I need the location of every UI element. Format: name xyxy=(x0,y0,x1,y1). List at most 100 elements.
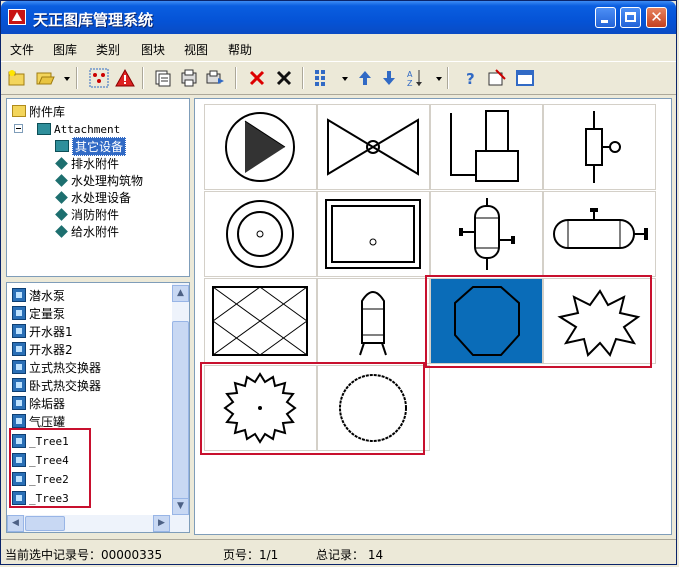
warning-icon[interactable] xyxy=(115,68,135,88)
status-page: 页号：1/1 xyxy=(223,548,279,562)
list-item-label: 开水器2 xyxy=(29,342,73,357)
thumb-capsule-tank[interactable] xyxy=(317,278,430,364)
menu-block[interactable]: 图块 xyxy=(141,41,165,58)
tree-item-label: 水处理构筑物 xyxy=(71,173,144,188)
diamond-icon xyxy=(55,156,68,170)
window-icon[interactable] xyxy=(515,68,535,88)
svg-text:?: ? xyxy=(466,70,475,88)
main-window: 天正图库管理系统 ✕ 文件 图库 类别 图块 视图 帮助 A Z ? 附件库 A… xyxy=(0,0,677,565)
thumb-horizontal-vessel[interactable] xyxy=(543,191,656,277)
tree-item-drainage[interactable]: 排水附件 xyxy=(55,155,119,171)
move-down-icon[interactable] xyxy=(379,68,399,88)
thumb-cross-hatched-tank[interactable] xyxy=(204,278,317,364)
diamond-icon xyxy=(55,207,68,221)
list-item[interactable]: 立式热交换器 xyxy=(12,358,101,376)
list-item-label: 气压罐 xyxy=(29,414,66,429)
block-icon xyxy=(12,342,26,356)
diamond-icon xyxy=(55,173,68,187)
menu-library[interactable]: 图库 xyxy=(53,41,77,58)
block-icon xyxy=(12,288,26,302)
toolbar: AZ ? xyxy=(1,61,676,95)
collapse-toggle-icon[interactable] xyxy=(14,124,23,133)
thumb-tall-tank[interactable] xyxy=(430,104,543,190)
scroll-thumb[interactable] xyxy=(172,321,189,511)
menu-category[interactable]: 类别 xyxy=(96,41,120,58)
dropdown-icon[interactable] xyxy=(57,68,70,88)
thumb-rectangle-basin[interactable] xyxy=(317,191,430,277)
list-item[interactable]: 开水器2 xyxy=(12,340,73,358)
block-icon xyxy=(12,360,26,374)
tree-node-attachment[interactable]: Attachment xyxy=(37,121,120,137)
thumb-side-valve[interactable] xyxy=(543,104,656,190)
thumb-vertical-vessel[interactable] xyxy=(430,191,543,277)
thumb-butterfly-valve[interactable] xyxy=(317,104,430,190)
list-item-label: 立式热交换器 xyxy=(29,360,102,375)
block-list: 潜水泵 定量泵 开水器1 开水器2 立式热交换器 卧式热交换器 除垢器 气压罐 … xyxy=(6,282,190,533)
menu-view[interactable]: 视图 xyxy=(184,41,208,58)
scroll-down-icon[interactable]: ▼ xyxy=(172,498,189,515)
maximize-button[interactable] xyxy=(620,7,641,28)
status-bar: 当前选中记录号：00000335 页号：1/1 总记录： 14 xyxy=(1,539,676,564)
tree-item-other-equipment[interactable]: 其它设备 xyxy=(55,136,127,156)
tree-item-water-supply[interactable]: 给水附件 xyxy=(55,223,119,239)
horizontal-scrollbar[interactable]: ◀ ▶ xyxy=(7,515,189,532)
dropdown-icon[interactable] xyxy=(429,68,442,88)
help-icon[interactable]: ? xyxy=(461,68,481,88)
maximize-icon xyxy=(625,12,636,22)
tree-root[interactable]: 附件库 xyxy=(12,103,65,119)
vertical-scrollbar[interactable]: ▲ ▼ xyxy=(172,283,189,515)
close-icon: ✕ xyxy=(650,8,663,26)
sort-icon[interactable]: AZ xyxy=(405,68,425,88)
title-bar[interactable]: 天正图库管理系统 ✕ xyxy=(1,1,676,34)
dropdown-icon[interactable] xyxy=(335,68,348,88)
select-icon[interactable] xyxy=(89,68,109,88)
block-icon xyxy=(12,324,26,338)
tree-item-label: 水处理设备 xyxy=(71,190,132,205)
list-item-label: 卧式热交换器 xyxy=(29,378,102,393)
open-folder-icon[interactable] xyxy=(35,68,55,88)
scroll-left-icon[interactable]: ◀ xyxy=(7,515,24,532)
copy-icon[interactable] xyxy=(153,68,173,88)
list-item[interactable]: 定量泵 xyxy=(12,304,65,322)
delete-black-icon[interactable] xyxy=(274,68,294,88)
tree-root-label: 附件库 xyxy=(29,104,66,119)
scroll-thumb[interactable] xyxy=(25,516,65,531)
toolbar-separator xyxy=(447,67,449,89)
minimize-button[interactable] xyxy=(595,7,616,28)
minimize-icon xyxy=(601,20,608,23)
list-item-label: 定量泵 xyxy=(29,306,66,321)
list-item[interactable]: 除垢器 xyxy=(12,394,65,412)
thumb-circle-pump[interactable] xyxy=(204,104,317,190)
thumb-concentric-circles[interactable] xyxy=(204,191,317,277)
toolbar-separator xyxy=(302,67,304,89)
new-folder-icon[interactable] xyxy=(7,68,27,88)
category-tree: 附件库 Attachment 其它设备 排水附件 水处理构筑物 水处理设备 消防… xyxy=(6,98,190,277)
grid-view-icon[interactable] xyxy=(313,68,333,88)
tree-item-water-structures[interactable]: 水处理构筑物 xyxy=(55,172,143,188)
scroll-right-icon[interactable]: ▶ xyxy=(153,515,170,532)
menu-help[interactable]: 帮助 xyxy=(228,41,252,58)
move-up-icon[interactable] xyxy=(355,68,375,88)
list-item[interactable]: 卧式热交换器 xyxy=(12,376,101,394)
tree-item-fire-fittings[interactable]: 消防附件 xyxy=(55,206,119,222)
menu-bar: 文件 图库 类别 图块 视图 帮助 xyxy=(1,37,676,59)
tree-item-water-equipment[interactable]: 水处理设备 xyxy=(55,189,131,205)
status-record: 当前选中记录号：00000335 xyxy=(5,548,163,562)
block-icon xyxy=(12,306,26,320)
delete-red-icon[interactable] xyxy=(247,68,267,88)
list-item[interactable]: 潜水泵 xyxy=(12,286,65,304)
import-icon[interactable] xyxy=(205,68,225,88)
status-total: 总记录： 14 xyxy=(316,548,384,562)
export-icon[interactable] xyxy=(179,68,199,88)
tree-item-label: 消防附件 xyxy=(71,207,120,222)
list-item[interactable]: 开水器1 xyxy=(12,322,73,340)
scroll-up-icon[interactable]: ▲ xyxy=(172,285,189,302)
app-logo-icon xyxy=(8,9,26,25)
highlight-box xyxy=(425,275,652,368)
block-icon xyxy=(12,414,26,428)
toolbar-separator xyxy=(142,67,144,89)
settings-icon[interactable] xyxy=(487,68,507,88)
menu-file[interactable]: 文件 xyxy=(10,41,34,58)
block-icon xyxy=(12,396,26,410)
close-button[interactable]: ✕ xyxy=(646,7,667,28)
